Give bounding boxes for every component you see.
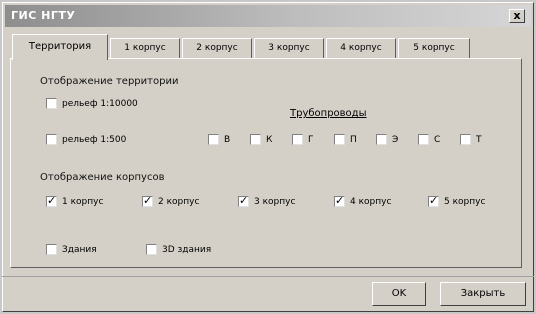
checkbox-label: Э: [392, 134, 399, 145]
building-4-checkbox[interactable]: ✓ 4 корпус: [334, 194, 392, 207]
footer-divider: [2, 276, 534, 277]
pipe-s-checkbox[interactable]: С: [418, 134, 440, 145]
checkbox-label: С: [434, 134, 441, 145]
checkbox-box: [292, 134, 303, 145]
checkbox-label: 1 корпус: [62, 196, 104, 207]
ok-button[interactable]: OK: [372, 282, 426, 306]
building-1-checkbox[interactable]: ✓ 1 корпус: [46, 194, 104, 207]
check-mark-icon: ✓: [143, 194, 153, 207]
pipe-p-checkbox[interactable]: П: [334, 134, 357, 145]
checkbox-label: рельеф 1:10000: [62, 98, 138, 109]
checkbox-label: Т: [476, 134, 482, 145]
tab-label: 1 корпус: [124, 43, 166, 53]
pipe-k-checkbox[interactable]: К: [250, 134, 272, 145]
check-mark-icon: ✓: [47, 194, 57, 207]
buildings-checkbox[interactable]: Здания: [46, 244, 97, 255]
checkbox-label: 3 корпус: [254, 196, 296, 207]
checkbox-box: [46, 244, 57, 255]
tab-label: Территория: [28, 41, 92, 52]
checkbox-label: 4 корпус: [350, 196, 392, 207]
checkbox-box: [208, 134, 219, 145]
checkbox-box: [250, 134, 261, 145]
checkbox-box: [46, 98, 57, 109]
pipes-title: Трубопроводы: [290, 108, 367, 119]
tab-building-1[interactable]: 1 корпус: [110, 38, 180, 58]
checkbox-box: [418, 134, 429, 145]
checkbox-box: [146, 244, 157, 255]
checkbox-box: ✓: [142, 194, 153, 207]
pipe-g-checkbox[interactable]: Г: [292, 134, 314, 145]
tab-building-5[interactable]: 5 корпус: [398, 38, 470, 58]
tab-panel: [10, 58, 522, 268]
checkbox-label: Здания: [62, 244, 97, 255]
checkbox-box: [46, 134, 57, 145]
tab-building-3[interactable]: 3 корпус: [254, 38, 324, 58]
tab-label: 2 корпус: [196, 43, 238, 53]
pipe-t-checkbox[interactable]: Т: [460, 134, 482, 145]
checkbox-box: ✓: [238, 194, 249, 207]
title-bar: ГИС НГТУ x: [5, 5, 531, 27]
building-3-checkbox[interactable]: ✓ 3 корпус: [238, 194, 296, 207]
check-mark-icon: ✓: [429, 194, 439, 207]
territory-group-label: Отображение территории: [40, 76, 179, 87]
checkbox-label: 5 корпус: [444, 196, 486, 207]
checkbox-box: ✓: [334, 194, 345, 207]
check-mark-icon: ✓: [239, 194, 249, 207]
pipe-v-checkbox[interactable]: В: [208, 134, 230, 145]
window-title: ГИС НГТУ: [11, 9, 76, 22]
checkbox-box: [460, 134, 471, 145]
checkbox-box: [334, 134, 345, 145]
checkbox-label: П: [350, 134, 357, 145]
relief-500-checkbox[interactable]: рельеф 1:500: [46, 134, 126, 145]
close-icon[interactable]: x: [509, 9, 525, 23]
tab-building-4[interactable]: 4 корпус: [326, 38, 396, 58]
tab-territory[interactable]: Территория: [12, 34, 108, 60]
checkbox-label: В: [224, 134, 231, 145]
checkbox-label: 3D здания: [162, 244, 212, 255]
checkbox-box: ✓: [428, 194, 439, 207]
checkbox-box: [376, 134, 387, 145]
checkbox-label: рельеф 1:500: [62, 134, 127, 145]
buildings-group-label: Отображение корпусов: [40, 172, 165, 183]
check-mark-icon: ✓: [335, 194, 345, 207]
tab-label: 3 корпус: [268, 43, 310, 53]
checkbox-label: К: [266, 134, 273, 145]
buildings-3d-checkbox[interactable]: 3D здания: [146, 244, 211, 255]
tab-label: 4 корпус: [340, 43, 382, 53]
checkbox-label: Г: [308, 134, 314, 145]
tab-building-2[interactable]: 2 корпус: [182, 38, 252, 58]
checkbox-label: 2 корпус: [158, 196, 200, 207]
tab-label: 5 корпус: [413, 43, 455, 53]
building-5-checkbox[interactable]: ✓ 5 корпус: [428, 194, 486, 207]
pipe-e-checkbox[interactable]: Э: [376, 134, 398, 145]
checkbox-box: ✓: [46, 194, 57, 207]
relief-10000-checkbox[interactable]: рельеф 1:10000: [46, 98, 138, 109]
building-2-checkbox[interactable]: ✓ 2 корпус: [142, 194, 200, 207]
close-button[interactable]: Закрыть: [440, 282, 526, 306]
